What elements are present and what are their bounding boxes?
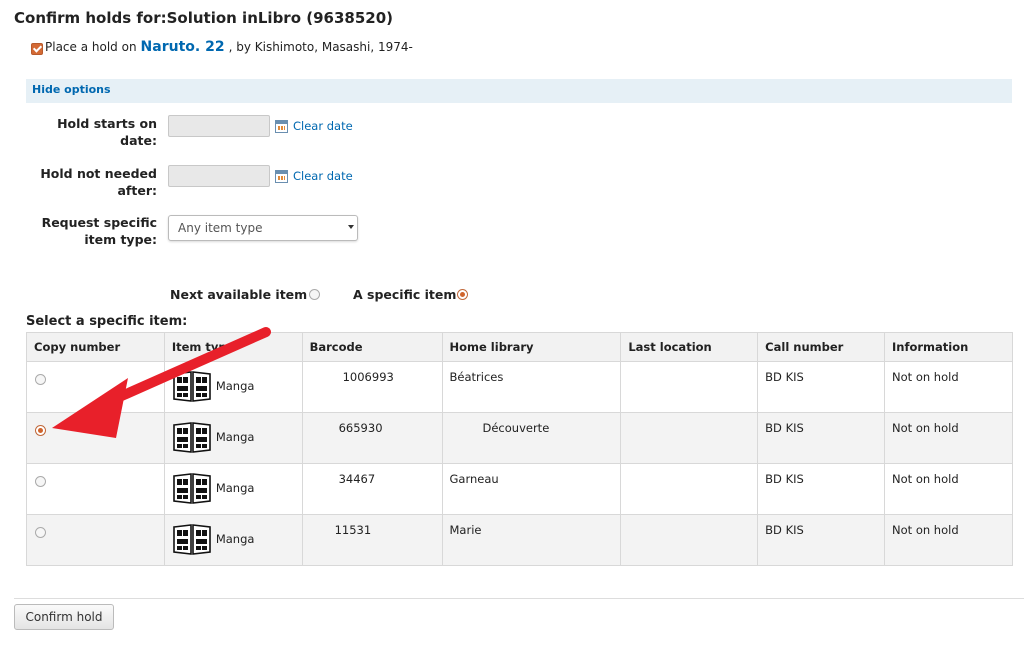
annotation-arrow <box>52 327 271 438</box>
confirm-hold-button[interactable]: Confirm hold <box>14 604 114 630</box>
divider <box>14 598 1024 599</box>
